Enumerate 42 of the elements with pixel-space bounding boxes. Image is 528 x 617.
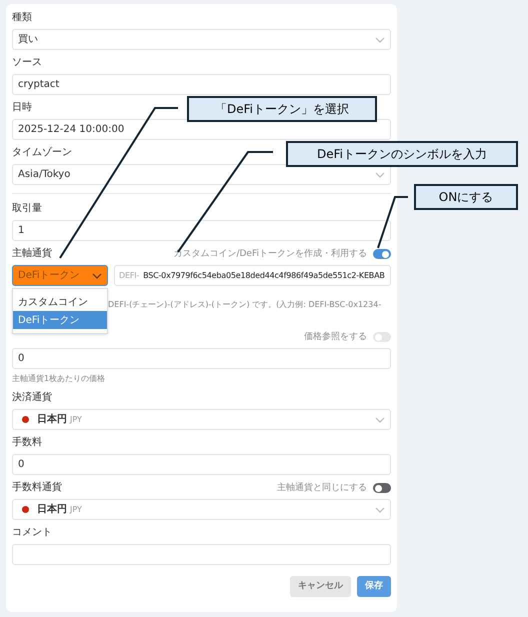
callout-box: 「DeFiトークン」を選択 <box>187 96 377 122</box>
field-label: 手数料 <box>12 436 42 450</box>
field-label: 主軸通貨 <box>12 246 52 261</box>
input-field[interactable]: 0 <box>12 454 391 475</box>
callout-box: DeFiトークンのシンボルを入力 <box>286 141 518 167</box>
toggle-label: 主軸通貨と同じにする <box>277 482 367 494</box>
field-label: コメント <box>12 526 52 540</box>
chevron-down-icon <box>375 416 385 422</box>
currency-code: JPY <box>70 504 82 516</box>
currency-select[interactable]: 日本円 JPY <box>12 499 391 520</box>
currency-name: 日本円 <box>37 412 67 427</box>
currency-code: JPY <box>70 414 82 426</box>
chevron-down-icon <box>92 272 102 278</box>
comment-field[interactable] <box>12 544 391 565</box>
help-text: 主軸通貨1枚あたりの価格 <box>12 373 106 385</box>
chevron-down-icon <box>375 36 385 42</box>
field-label: 手数料通貨 <box>12 480 62 495</box>
field-label: ソース <box>12 56 42 70</box>
symbol-field[interactable]: DEFI- BSC-0x7979f6c54eba05e18ded44c4f986f49a5de551c2-KEBAB <box>114 265 391 286</box>
help-text: DEFI-(チェーン)-(アドレス)-(トークン) です。(入力例: DEFI-BSC-0x1234- <box>108 300 382 309</box>
field-label: タイムゾーン <box>12 146 72 160</box>
leader-line <box>377 196 408 248</box>
field-label: 日時 <box>12 100 32 115</box>
input-field[interactable]: 2025-12-24 10:00:00 <box>12 119 391 140</box>
field-label: 取引量 <box>12 202 42 216</box>
select-field[interactable]: Asia/Tokyo <box>12 164 391 185</box>
toggle-label: 価格参照をする <box>304 330 367 344</box>
chevron-down-icon <box>375 506 385 512</box>
currency-name: 日本円 <box>37 502 67 517</box>
currency-select[interactable]: 日本円 JPY <box>12 409 391 430</box>
toggle-switch[interactable] <box>373 249 391 260</box>
callout-box: ONにする <box>414 184 518 210</box>
chevron-down-icon <box>375 172 385 178</box>
input-field[interactable]: 0 <box>12 348 391 369</box>
input-field[interactable]: 1 <box>12 220 391 241</box>
cancel-button[interactable]: キャンセル <box>290 576 351 597</box>
toggle-switch[interactable] <box>373 483 391 494</box>
dropdown-option[interactable]: カスタムコイン <box>13 293 107 311</box>
select-field[interactable]: 買い <box>12 29 391 50</box>
field-label: 種類 <box>12 10 32 25</box>
input-field[interactable]: cryptact <box>12 74 391 95</box>
field-label: 決済通貨 <box>12 390 52 405</box>
